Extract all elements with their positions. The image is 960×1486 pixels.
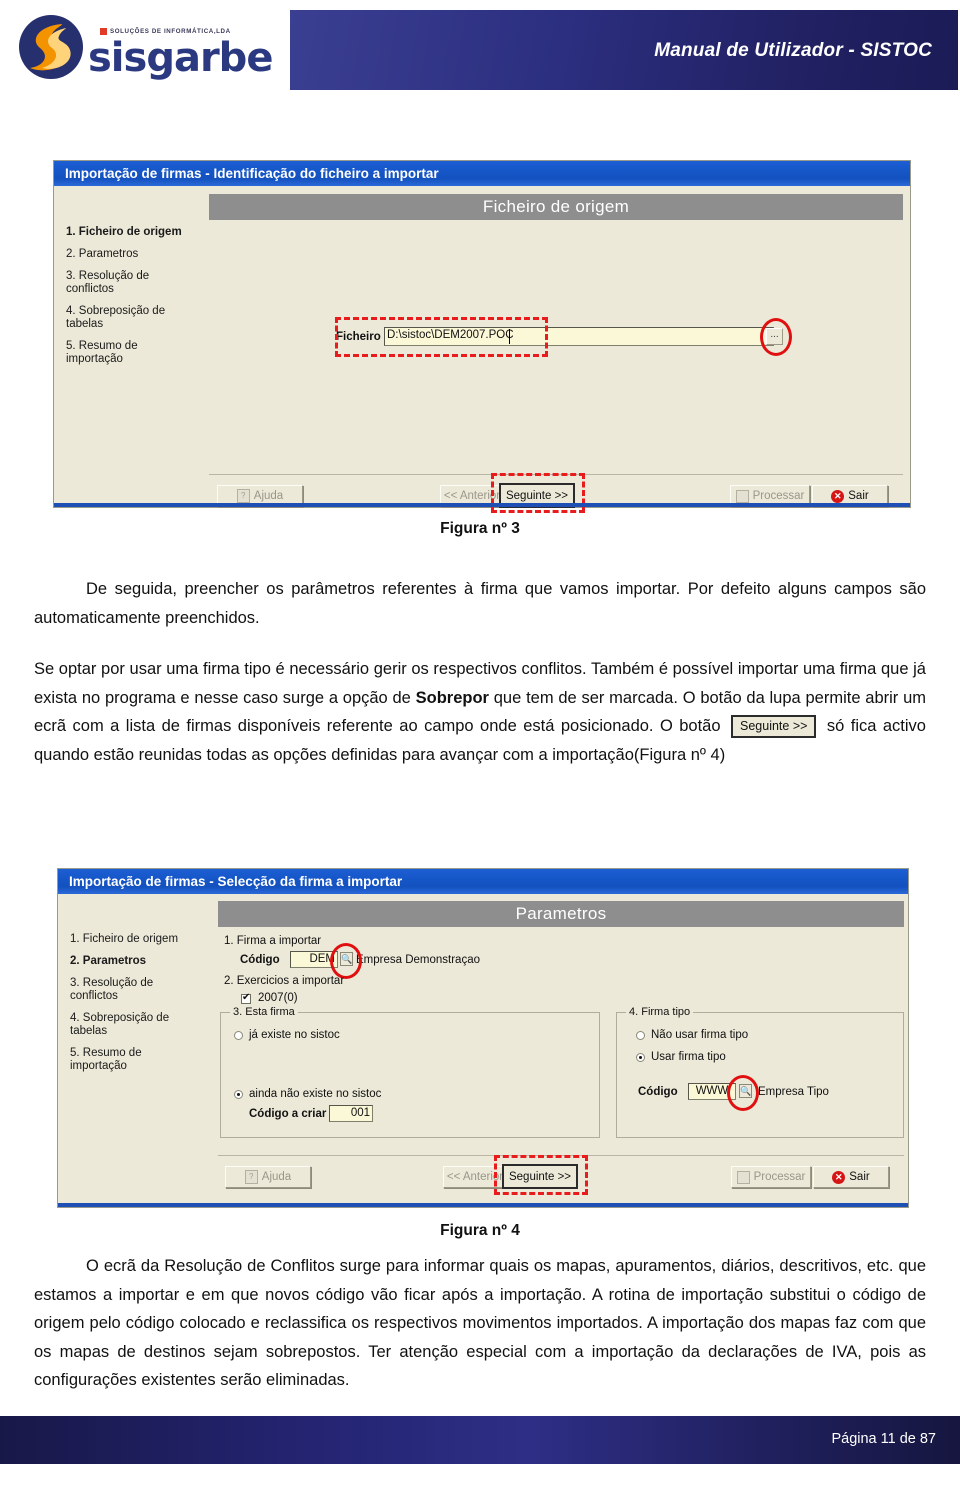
logo-tagline: SOLUÇÕES DE INFORMÁTICA,LDA xyxy=(110,28,231,35)
inline-seguinte-button[interactable]: Seguinte >> xyxy=(731,715,817,739)
figure3-window: Importação de firmas - Identificação do … xyxy=(53,160,911,513)
figure3-panel-header: Ficheiro de origem xyxy=(209,194,903,220)
section4-codigo-label: Código xyxy=(638,1086,678,1098)
figure4-processar-button[interactable]: Processar xyxy=(731,1166,811,1188)
logo-wordmark: sisgarbe xyxy=(88,35,273,81)
figure4-window-bottom-rule xyxy=(58,1203,908,1207)
section1-firma-name: Empresa Demonstraçao xyxy=(356,954,480,966)
figure3-steps: 1. Ficheiro de origem 2. Parametros 3. R… xyxy=(66,226,206,375)
close-icon: ✕ xyxy=(831,489,845,503)
codigo-a-criar-label: Código a criar xyxy=(249,1108,327,1120)
section3-legend: 3. Esta firma xyxy=(230,1006,298,1018)
figure4-step-1[interactable]: 1. Ficheiro de origem xyxy=(70,933,215,946)
paragraph-1: De seguida, preencher os parâmetros refe… xyxy=(34,580,926,627)
save-icon xyxy=(736,1170,750,1184)
section4-legend: 4. Firma tipo xyxy=(626,1006,694,1018)
radio-usar-firma-tipo-label: Usar firma tipo xyxy=(651,1051,726,1063)
figure4-window: Importação de firmas - Selecção da firma… xyxy=(57,868,909,1208)
figure3-caption: Figura nº 3 xyxy=(440,520,520,537)
figure3-step-4[interactable]: 4. Sobreposição de tabelas xyxy=(66,305,206,331)
logo-tag-square xyxy=(100,28,107,35)
figure3-step-1[interactable]: 1. Ficheiro de origem xyxy=(66,226,206,239)
section2-legend: 2. Exercicios a importar xyxy=(224,975,345,987)
annotation-dashbox-ficheiro xyxy=(335,317,548,357)
codigo-a-criar-input[interactable]: 001 xyxy=(329,1105,373,1122)
figure3-sair-label: Sair xyxy=(848,490,869,502)
figure4-step-4[interactable]: 4. Sobreposição de tabelas xyxy=(70,1012,215,1038)
help-icon: ? xyxy=(236,489,250,503)
paragraph-2-bold-sobrepor: Sobrepor xyxy=(415,688,489,707)
exercicio-2007-checkbox[interactable] xyxy=(241,992,251,1004)
figure4-caption: Figura nº 4 xyxy=(440,1222,520,1239)
manual-title: Manual de Utilizador - SISTOC xyxy=(654,40,932,61)
save-icon xyxy=(735,489,749,503)
radio-nao-usar-firma-tipo-label: Não usar firma tipo xyxy=(651,1029,749,1041)
figure4-step-5[interactable]: 5. Resumo de importação xyxy=(70,1047,215,1073)
figure3-window-bottom-rule xyxy=(54,503,910,507)
paragraph-3: O ecrã da Resolução de Conflitos surge p… xyxy=(34,1257,926,1389)
page-number: Página 11 de 87 xyxy=(831,1431,936,1447)
help-icon: ? xyxy=(244,1170,258,1184)
annotation-ellipse-lupa-firma xyxy=(330,943,362,979)
radio-ainda-nao-existe[interactable] xyxy=(234,1090,243,1099)
figure4-processar-label: Processar xyxy=(753,1171,806,1183)
figure3-window-body: Ficheiro de origem 1. Ficheiro de origem… xyxy=(54,186,910,513)
page-header: SOLUÇÕES DE INFORMÁTICA,LDA sisgarbe Man… xyxy=(0,0,960,100)
page-footer: Página 11 de 87 xyxy=(0,1416,960,1464)
figure4-sair-label: Sair xyxy=(849,1171,870,1183)
figure4-ajuda-label: Ajuda xyxy=(261,1171,292,1183)
radio-ainda-nao-existe-label: ainda não existe no sistoc xyxy=(249,1088,382,1100)
header-band: Manual de Utilizador - SISTOC xyxy=(290,10,958,90)
figure4-window-title: Importação de firmas - Selecção da firma… xyxy=(58,869,908,894)
sisgarbe-logo-icon xyxy=(19,15,83,79)
exercicio-2007-label: 2007(0) xyxy=(258,992,298,1004)
annotation-dashbox-seguinte-f4 xyxy=(494,1155,588,1195)
figure4-step-3[interactable]: 3. Resolução de conflictos xyxy=(70,977,215,1003)
figure4-panel-header: Parametros xyxy=(218,901,904,927)
paragraph-2: Se optar por usar uma firma tipo é neces… xyxy=(34,655,926,769)
sisgarbe-logo: SOLUÇÕES DE INFORMÁTICA,LDA sisgarbe xyxy=(18,12,280,84)
annotation-ellipse-lupa-tipo xyxy=(727,1075,759,1111)
annotation-dashbox-seguinte-f3 xyxy=(491,473,585,513)
radio-ja-existe[interactable] xyxy=(234,1031,243,1040)
section1-legend: 1. Firma a importar xyxy=(224,935,322,947)
section1-codigo-label: Código xyxy=(240,954,280,966)
figure4-step-2[interactable]: 2. Parametros xyxy=(70,955,215,968)
figure3-processar-label: Processar xyxy=(752,490,805,502)
figure4-steps: 1. Ficheiro de origem 2. Parametros 3. R… xyxy=(70,933,215,1082)
figure3-step-3[interactable]: 3. Resolução de conflictos xyxy=(66,270,206,296)
figure4-sair-button[interactable]: ✕ Sair xyxy=(813,1166,889,1188)
section4-tipo-name: Empresa Tipo xyxy=(758,1086,829,1098)
radio-ja-existe-label: já existe no sistoc xyxy=(249,1029,340,1041)
radio-usar-firma-tipo[interactable] xyxy=(636,1053,645,1062)
figure3-window-title: Importação de firmas - Identificação do … xyxy=(54,161,910,186)
figure4-window-body: Parametros 1. Ficheiro de origem 2. Para… xyxy=(58,894,908,1207)
close-icon: ✕ xyxy=(832,1170,846,1184)
figure3-ajuda-label: Ajuda xyxy=(253,490,284,502)
radio-nao-usar-firma-tipo[interactable] xyxy=(636,1031,645,1040)
figure3-step-2[interactable]: 2. Parametros xyxy=(66,248,206,261)
annotation-ellipse-browse xyxy=(760,318,792,356)
figure4-ajuda-button[interactable]: ? Ajuda xyxy=(225,1166,311,1188)
figure3-step-5[interactable]: 5. Resumo de importação xyxy=(66,340,206,366)
